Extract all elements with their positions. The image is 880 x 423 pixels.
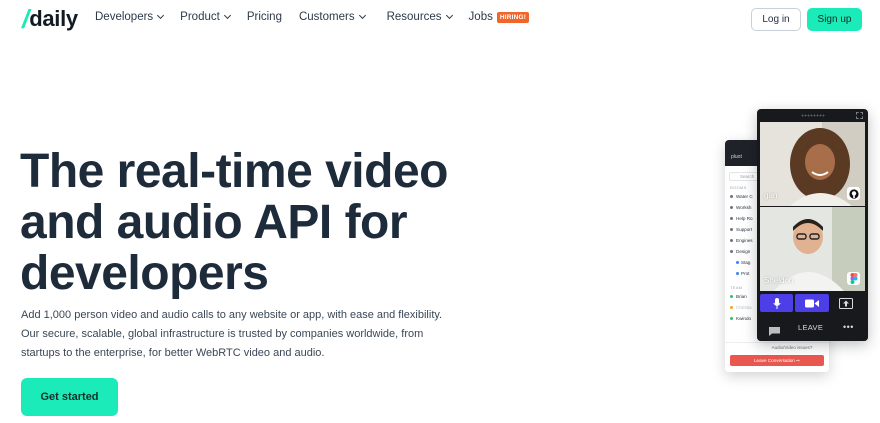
hero-title-line: The real-time video: [20, 145, 448, 198]
leave-conversation-button: Leave Conversation ⇨: [730, 355, 824, 366]
nav-developers[interactable]: Developers: [95, 11, 165, 23]
team-member-label: Christia: [736, 305, 752, 310]
hash-icon: [730, 195, 733, 198]
call-controls: LEAVE •••: [757, 292, 868, 341]
leave-call-button: LEAVE: [798, 323, 824, 332]
figma-icon: [847, 272, 860, 285]
chevron-down-icon: [445, 11, 453, 20]
top-nav: / daily Developers Product Pricing Custo…: [0, 0, 880, 38]
hash-icon: [730, 228, 733, 231]
hiring-badge: HIRING!: [496, 11, 530, 23]
nav-product-label: Product: [180, 11, 220, 23]
nav-resources-label: Resources: [386, 11, 442, 23]
daily-logo[interactable]: / daily: [22, 6, 78, 32]
drag-handle-icon: [801, 114, 825, 117]
nav-resources[interactable]: Resources: [386, 11, 453, 23]
logo-wordmark: daily: [29, 6, 78, 31]
mockup-call-panel: gan Sheldon LEAVE •••: [757, 109, 868, 341]
chevron-down-icon: [157, 11, 165, 20]
leave-conversation-label: Leave Conversation: [754, 358, 795, 363]
call-panel-topbar: [757, 109, 868, 122]
nav-pricing-label: Pricing: [246, 11, 282, 23]
hero-title-line: and audio API for: [20, 196, 408, 249]
subroom-item-label: Prot: [741, 271, 750, 276]
hero-desc-line: startups to the enterprise, for better W…: [21, 347, 325, 359]
hero-desc-line: Our secure, scalable, global infrastruct…: [21, 328, 424, 340]
nav-customers[interactable]: Customers: [298, 11, 366, 23]
dot-icon: [736, 272, 739, 275]
more-options-icon: •••: [843, 322, 854, 332]
screenshare-button: [838, 297, 854, 309]
microphone-button: [760, 294, 793, 312]
nav-jobs-label: Jobs: [468, 11, 493, 23]
hero-title-line: developers: [20, 247, 269, 300]
github-icon: [847, 187, 860, 200]
participant-name: gan: [764, 191, 778, 200]
chevron-down-icon: [223, 11, 231, 20]
nav-pricing[interactable]: Pricing: [247, 11, 282, 23]
hash-icon: [730, 206, 733, 209]
video-tile-1: gan: [760, 122, 865, 206]
workspace-name: pluot: [731, 154, 742, 160]
nav-product[interactable]: Product: [180, 11, 231, 23]
camera-icon: [805, 299, 819, 307]
room-item-label: Worksh: [736, 205, 752, 210]
chevron-down-icon: [358, 11, 366, 20]
hero-description: Add 1,000 person video and audio calls t…: [21, 306, 471, 363]
team-member-label: Brian: [736, 294, 747, 299]
hero-title: The real-time video and audio API for de…: [20, 146, 490, 299]
room-item-label: Support: [736, 227, 753, 232]
get-started-button[interactable]: Get started: [21, 378, 118, 416]
nav-customers-label: Customers: [298, 11, 355, 23]
dot-icon: [736, 261, 739, 264]
room-item-label: Engines: [736, 238, 753, 243]
room-item-label: Design: [736, 249, 751, 254]
hash-icon: [730, 239, 733, 242]
camera-button: [795, 294, 829, 312]
mockup-sidebar-footer: Audio/Video issues? Leave Conversation ⇨: [725, 342, 829, 372]
subroom-item-label: Stag: [741, 260, 751, 265]
microphone-icon: [772, 297, 781, 309]
av-issues-text: Audio/Video issues?: [771, 345, 813, 350]
nav-developers-label: Developers: [95, 11, 154, 23]
hash-icon: [730, 250, 733, 253]
hero-desc-line: Add 1,000 person video and audio calls t…: [21, 309, 443, 321]
hash-icon: [730, 217, 733, 220]
video-tile-2: Sheldon: [760, 207, 865, 291]
signup-button[interactable]: Sign up: [807, 8, 862, 31]
room-item-label: Water C: [736, 194, 753, 199]
nav-menu: Developers Product Pricing Customers Res…: [95, 11, 546, 23]
logo-slash: /: [22, 4, 30, 34]
nav-jobs[interactable]: Jobs HIRING!: [469, 11, 530, 23]
online-status-icon: [730, 317, 733, 320]
expand-icon: [856, 112, 863, 119]
exit-icon: ⇨: [796, 357, 800, 363]
room-item-label: Help Ro: [736, 216, 753, 221]
chat-icon: [769, 323, 780, 341]
team-member-label: Kwindo: [736, 316, 752, 321]
login-button[interactable]: Log in: [751, 8, 801, 31]
screenshare-icon: [839, 297, 853, 309]
away-status-icon: [730, 306, 733, 309]
online-status-icon: [730, 295, 733, 298]
participant-name: Sheldon: [764, 276, 794, 285]
